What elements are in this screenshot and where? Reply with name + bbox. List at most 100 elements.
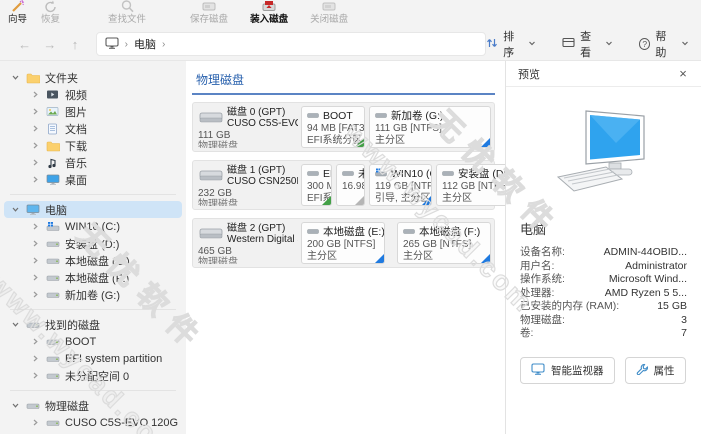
sidebar-item-win10-c[interactable]: WIN10 (C:): [0, 218, 186, 235]
disk-name: 磁盘 0 (GPT): [227, 107, 286, 118]
disk-info[interactable]: 磁盘 2 (GPT) Western Digital SN 465 GB 物理磁…: [196, 222, 298, 264]
breadcrumb[interactable]: 电脑: [134, 36, 156, 52]
sidebar-section-physical-disks[interactable]: 物理磁盘: [0, 397, 186, 414]
back-button[interactable]: ←: [12, 37, 37, 52]
info-value: 3: [681, 313, 687, 326]
sort-menu[interactable]: 排序: [486, 28, 536, 60]
sidebar-section-folders[interactable]: 文件夹: [0, 69, 186, 86]
close-icon[interactable]: ×: [675, 66, 691, 81]
properties-button[interactable]: 属性: [624, 356, 686, 384]
partition-type: 主分区: [442, 193, 472, 204]
sidebar-item-drive-g[interactable]: 新加卷 (G:): [0, 286, 186, 303]
sidebar-item-downloads[interactable]: 下载: [0, 137, 186, 154]
chevron-right-icon: [30, 354, 40, 363]
partition-size: 16.98: [342, 181, 365, 192]
restore-icon: [43, 0, 58, 14]
sidebar-item-drive-f[interactable]: 本地磁盘 (F:): [0, 269, 186, 286]
partition-flag: [375, 254, 384, 263]
page-title: 物理磁盘: [196, 73, 245, 87]
item-label: 音乐: [65, 157, 87, 170]
help-menu[interactable]: ? 帮助: [639, 28, 689, 60]
partition-type: 主分区: [403, 251, 433, 262]
drive-icon: [45, 355, 60, 363]
sidebar-item-efi-partition[interactable]: EFI system partition: [0, 350, 186, 367]
save-disk-button[interactable]: 保存磁盘: [186, 0, 232, 25]
load-disk-button[interactable]: 装入磁盘: [246, 0, 292, 25]
disk-kind-link[interactable]: 物理磁盘: [198, 257, 238, 264]
sidebar-section-found-disks[interactable]: 找到的磁盘: [0, 316, 186, 333]
item-label: EFI system partition: [65, 352, 163, 365]
preview-buttons: 智能监视器 属性: [520, 356, 701, 384]
main-panel: 物理磁盘 磁盘 0 (GPT) CUSO C5S-EVO 12 111 GB 物…: [186, 61, 505, 434]
info-value: AMD Ryzen 5 5...: [604, 286, 687, 299]
sidebar-item-music[interactable]: 音乐: [0, 154, 186, 171]
smart-monitor-button[interactable]: 智能监视器: [520, 356, 615, 384]
chevron-down-icon: [10, 401, 20, 410]
drive-icon: [403, 226, 415, 238]
partition-efi[interactable]: EF 300 M EFI系: [301, 164, 332, 206]
view-menu[interactable]: 查看: [562, 28, 613, 60]
drive-icon: [45, 274, 60, 282]
partition-f[interactable]: 本地磁盘 (F:) 265 GB [NTFS] 主分区: [397, 222, 491, 264]
toolbar-label: 查找文件: [108, 14, 147, 25]
find-files-button[interactable]: 查找文件: [104, 0, 150, 25]
partition-e[interactable]: 本地磁盘 (E:) 200 GB [NTFS] 主分区: [301, 222, 385, 264]
sidebar-item-boot[interactable]: BOOT: [0, 333, 186, 350]
chevron-right-icon: [30, 124, 40, 133]
partition-flag: [481, 254, 490, 263]
chevron-right-icon: [30, 158, 40, 167]
drive-icon: [375, 110, 387, 122]
disk-name: 磁盘 1 (GPT): [227, 165, 286, 176]
sidebar-item-unallocated[interactable]: 未分配空间 0: [0, 367, 186, 384]
sidebar-item-drive-e[interactable]: 本地磁盘 (E:): [0, 252, 186, 269]
info-value: 7: [681, 327, 687, 339]
disk-info[interactable]: 磁盘 1 (GPT) CUSO CSN250NVM 232 GB 物理磁盘: [196, 164, 298, 206]
partition-boot[interactable]: BOOT 94 MB [FAT32] EFI系统分区: [301, 106, 365, 148]
address-bar[interactable]: › 电脑 ›: [95, 32, 487, 56]
sidebar-item-pictures[interactable]: 图片: [0, 103, 186, 120]
sidebar-item-desktop[interactable]: 桌面: [0, 171, 186, 188]
disk-kind-link[interactable]: 物理磁盘: [198, 141, 238, 148]
desktop-icon: [45, 174, 60, 185]
chevron-down-icon: [528, 38, 536, 50]
disk-info[interactable]: 磁盘 0 (GPT) CUSO C5S-EVO 12 111 GB 物理磁盘: [196, 106, 298, 148]
drive-icon: [25, 321, 40, 329]
disk-kind-link[interactable]: 物理磁盘: [198, 199, 238, 206]
music-note-icon: [45, 157, 60, 169]
partition-flag: [355, 138, 364, 147]
view-icon: [562, 37, 575, 51]
partition-c[interactable]: WIN10 (C:) 119 GB [NTFS] 引导, 主分区: [369, 164, 432, 206]
wizard-button[interactable]: 向导: [4, 0, 31, 25]
sidebar-divider: [10, 390, 176, 391]
chevron-down-icon: [10, 73, 20, 82]
restore-button[interactable]: 恢复: [37, 0, 64, 25]
wrench-icon: [636, 363, 648, 378]
toolbar-label: 向导: [8, 14, 28, 25]
drive-icon: [25, 402, 40, 410]
chevron-right-icon: ›: [124, 38, 128, 50]
partition-name: EF: [323, 168, 331, 180]
item-label: 文档: [65, 123, 87, 136]
sidebar-item-cuso-evo[interactable]: CUSO C5S-EVO 120G: [0, 414, 186, 431]
sort-icon: [486, 37, 498, 52]
disk-model: CUSO CSN250NVM: [227, 176, 298, 187]
sidebar-section-computer[interactable]: 电脑: [4, 201, 182, 218]
section-label: 物理磁盘: [45, 400, 89, 413]
sort-label: 排序: [503, 31, 515, 59]
chevron-down-icon: [10, 320, 20, 329]
sidebar-item-videos[interactable]: 视频: [0, 86, 186, 103]
item-label: BOOT: [65, 335, 97, 348]
partition-d[interactable]: 安装盘 (D:) 112 GB [NTFS] 主分区: [436, 164, 505, 206]
close-disk-button[interactable]: 关闭磁盘: [306, 0, 352, 25]
partition-g[interactable]: 新加卷 (G:) 111 GB [NTFS] 主分区: [369, 106, 491, 148]
info-label: 卷:: [520, 327, 534, 339]
sidebar-item-documents[interactable]: 文档: [0, 120, 186, 137]
partition-unallocated[interactable]: 未 16.98: [336, 164, 365, 206]
drive-icon: [307, 168, 319, 180]
content-area: 文件夹 视频 图片 文档 下载 音乐 桌面 电脑 WIN10 (C:) 安装盘 …: [0, 60, 701, 434]
info-label: 处理器:: [520, 286, 555, 299]
up-button[interactable]: ↑: [62, 37, 87, 52]
navbar-menus: 排序 查看 ? 帮助: [486, 28, 689, 60]
forward-button[interactable]: →: [37, 37, 62, 52]
sidebar-item-drive-d[interactable]: 安装盘 (D:): [0, 235, 186, 252]
